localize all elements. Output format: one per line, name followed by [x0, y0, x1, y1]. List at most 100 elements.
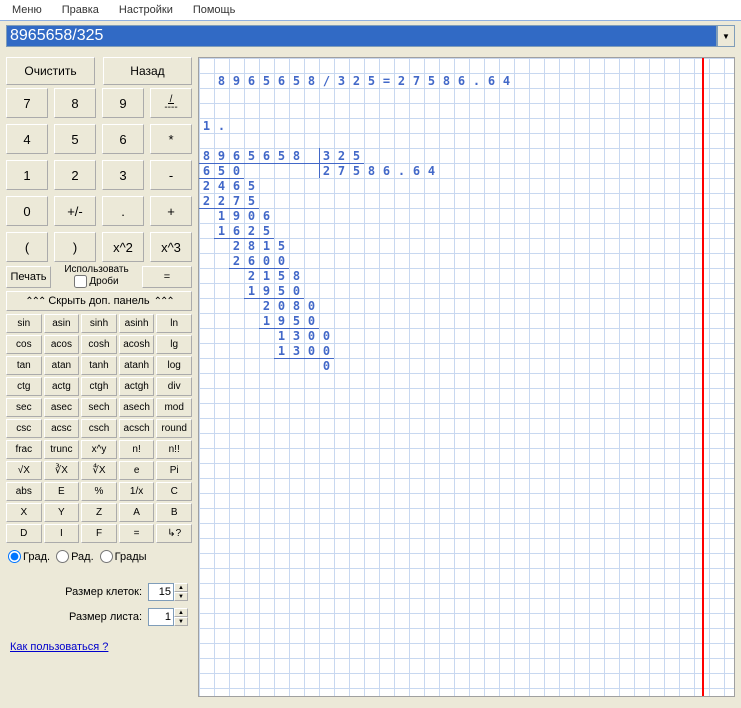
sci-key-ln[interactable]: ln — [156, 314, 192, 333]
sci-key-cos[interactable]: cos — [6, 335, 42, 354]
sci-key-1x[interactable]: 1/x — [119, 482, 155, 501]
sci-key-trunc[interactable]: trunc — [44, 440, 80, 459]
sci-key-xy[interactable]: x^y — [81, 440, 117, 459]
sci-key-asec[interactable]: asec — [44, 398, 80, 417]
sheet-size-up[interactable]: ▲ — [174, 608, 188, 617]
sci-key-ctgh[interactable]: ctgh — [81, 377, 117, 396]
key-dot[interactable]: . — [102, 196, 144, 226]
menu-edit[interactable]: Правка — [54, 2, 107, 18]
sci-key-sin[interactable]: sin — [6, 314, 42, 333]
key-3[interactable]: 3 — [102, 160, 144, 190]
sci-key-actg[interactable]: actg — [44, 377, 80, 396]
sci-key-[interactable]: % — [81, 482, 117, 501]
calculation-grid[interactable]: 8965658/325=27586.641.896565832565027586… — [198, 57, 735, 697]
key-x2[interactable]: x^2 — [102, 232, 144, 262]
sci-key-I[interactable]: I — [44, 524, 80, 543]
sci-key-A[interactable]: A — [119, 503, 155, 522]
print-button[interactable]: Печать — [6, 266, 51, 288]
sci-key-X[interactable]: √X — [6, 461, 42, 480]
sci-key-sec[interactable]: sec — [6, 398, 42, 417]
sci-key-atanh[interactable]: atanh — [119, 356, 155, 375]
sci-key-round[interactable]: round — [156, 419, 192, 438]
sci-key-lg[interactable]: lg — [156, 335, 192, 354]
back-button[interactable]: Назад — [103, 57, 192, 85]
key-plus[interactable]: + — [150, 196, 192, 226]
sci-key-log[interactable]: log — [156, 356, 192, 375]
sci-key-Z[interactable]: Z — [81, 503, 117, 522]
sci-key-asin[interactable]: asin — [44, 314, 80, 333]
sci-key-cosh[interactable]: cosh — [81, 335, 117, 354]
sci-key-D[interactable]: D — [6, 524, 42, 543]
expression-input[interactable] — [6, 25, 717, 47]
key-lparen[interactable]: ( — [6, 232, 48, 262]
sheet-size-input[interactable] — [148, 608, 174, 626]
how-to-use-link[interactable]: Как пользоваться ? — [6, 631, 192, 663]
sci-key-sinh[interactable]: sinh — [81, 314, 117, 333]
fractions-checkbox[interactable] — [74, 275, 87, 288]
key-4[interactable]: 4 — [6, 124, 48, 154]
menu-help[interactable]: Помощь — [185, 2, 244, 18]
sci-key-e[interactable]: e — [119, 461, 155, 480]
sci-key-abs[interactable]: abs — [6, 482, 42, 501]
key-sign[interactable]: +/- — [54, 196, 96, 226]
key-minus[interactable]: - — [150, 160, 192, 190]
sci-key-acos[interactable]: acos — [44, 335, 80, 354]
sci-key-asech[interactable]: asech — [119, 398, 155, 417]
cell-size-down[interactable]: ▼ — [174, 592, 188, 601]
angle-deg-radio[interactable] — [8, 550, 21, 563]
sci-key-csc[interactable]: csc — [6, 419, 42, 438]
sci-key-n[interactable]: n!! — [156, 440, 192, 459]
sci-key-tan[interactable]: tan — [6, 356, 42, 375]
sci-key-Y[interactable]: Y — [44, 503, 80, 522]
sci-key-csch[interactable]: csch — [81, 419, 117, 438]
sci-key-[interactable]: ↳? — [156, 524, 192, 543]
key-fraction[interactable]: /---- — [150, 88, 192, 118]
cell-size-up[interactable]: ▲ — [174, 583, 188, 592]
sci-key-B[interactable]: B — [156, 503, 192, 522]
sci-key-div[interactable]: div — [156, 377, 192, 396]
menu-settings[interactable]: Настройки — [111, 2, 181, 18]
sci-key-F[interactable]: F — [81, 524, 117, 543]
history-dropdown[interactable]: ▼ — [717, 25, 735, 47]
sci-key-acsch[interactable]: acsch — [119, 419, 155, 438]
key-multiply[interactable]: * — [150, 124, 192, 154]
key-5[interactable]: 5 — [54, 124, 96, 154]
cell-size-input[interactable] — [148, 583, 174, 601]
sci-key-E[interactable]: E — [44, 482, 80, 501]
angle-rad-radio[interactable] — [56, 550, 69, 563]
sci-key-n[interactable]: n! — [119, 440, 155, 459]
equals-button[interactable]: = — [142, 266, 192, 288]
sci-key-asinh[interactable]: asinh — [119, 314, 155, 333]
key-8[interactable]: 8 — [54, 88, 96, 118]
sci-key-X[interactable]: X — [6, 503, 42, 522]
sci-key-X[interactable]: ∜X — [81, 461, 117, 480]
grid-cell: 6 — [229, 148, 244, 163]
key-0[interactable]: 0 — [6, 196, 48, 226]
sci-key-actgh[interactable]: actgh — [119, 377, 155, 396]
key-rparen[interactable]: ) — [54, 232, 96, 262]
sci-key-acosh[interactable]: acosh — [119, 335, 155, 354]
key-1[interactable]: 1 — [6, 160, 48, 190]
clear-button[interactable]: Очистить — [6, 57, 95, 85]
sci-key-Pi[interactable]: Pi — [156, 461, 192, 480]
key-7[interactable]: 7 — [6, 88, 48, 118]
sci-key-[interactable]: = — [119, 524, 155, 543]
sci-key-X[interactable]: ∛X — [44, 461, 80, 480]
sci-key-acsc[interactable]: acsc — [44, 419, 80, 438]
key-6[interactable]: 6 — [102, 124, 144, 154]
key-x3[interactable]: x^3 — [150, 232, 192, 262]
toggle-advanced-panel[interactable]: ⌃⌃⌃ Скрыть доп. панель ⌃⌃⌃ — [6, 291, 192, 311]
sci-key-atan[interactable]: atan — [44, 356, 80, 375]
key-2[interactable]: 2 — [54, 160, 96, 190]
angle-grad-radio[interactable] — [100, 550, 113, 563]
menu-menu[interactable]: Меню — [4, 2, 50, 18]
key-9[interactable]: 9 — [102, 88, 144, 118]
sci-key-mod[interactable]: mod — [156, 398, 192, 417]
sci-key-tanh[interactable]: tanh — [81, 356, 117, 375]
sheet-size-down[interactable]: ▼ — [174, 617, 188, 626]
sci-key-C[interactable]: C — [156, 482, 192, 501]
sci-key-sech[interactable]: sech — [81, 398, 117, 417]
cell-size-label: Размер клеток: — [65, 586, 142, 598]
sci-key-frac[interactable]: frac — [6, 440, 42, 459]
sci-key-ctg[interactable]: ctg — [6, 377, 42, 396]
